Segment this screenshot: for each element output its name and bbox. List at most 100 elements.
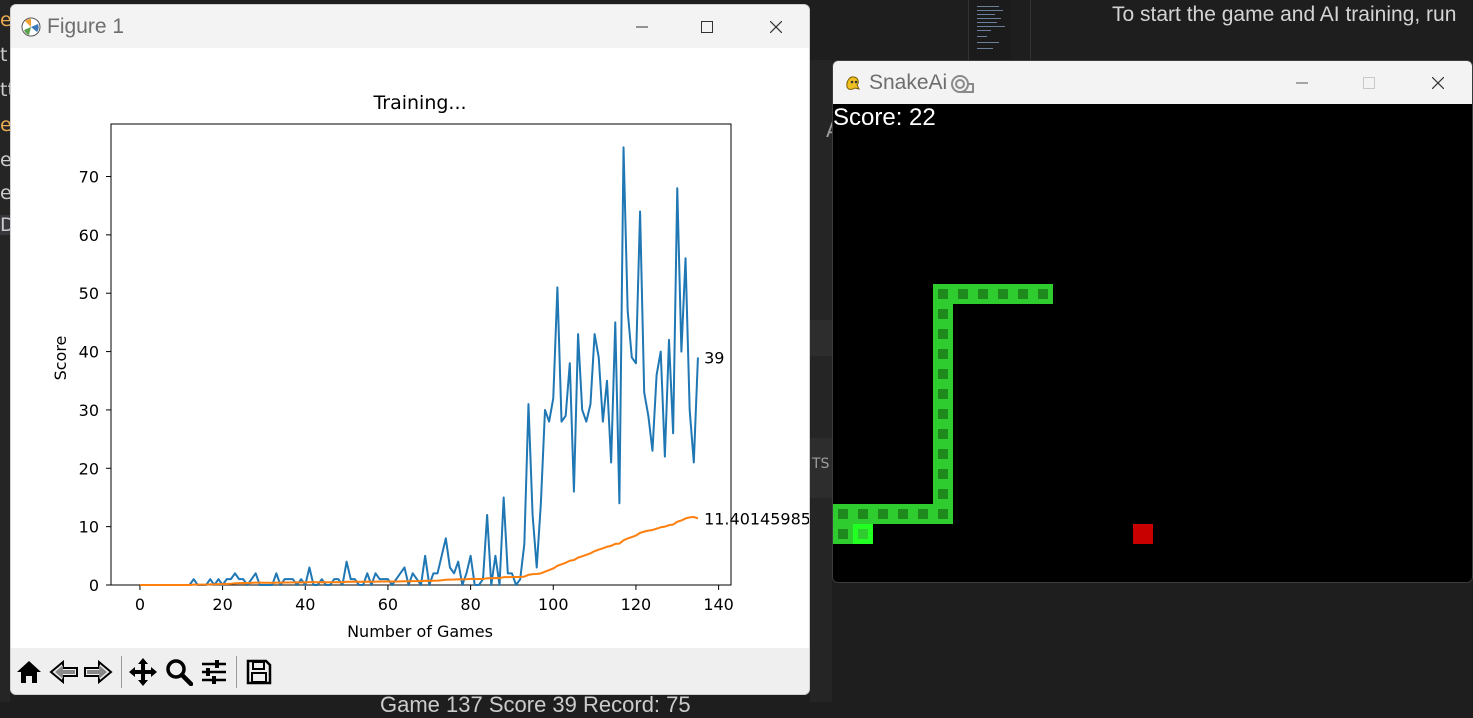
sliders-icon bbox=[202, 660, 226, 684]
save-icon bbox=[246, 659, 272, 685]
snake-segment-inner bbox=[938, 469, 948, 479]
home-icon bbox=[17, 661, 41, 683]
plot-canvas[interactable]: Training... Number of Games Score 0 20 40 6… bbox=[11, 48, 810, 648]
mean-score-label: 11.40145985 bbox=[704, 509, 810, 528]
y-tick-label: 0 bbox=[89, 576, 99, 595]
mean-score-series-line bbox=[139, 515, 699, 586]
x-tick-label: 80 bbox=[460, 595, 480, 614]
minimize-icon bbox=[636, 26, 648, 27]
x-tick-label: 20 bbox=[212, 595, 232, 614]
background-panel bbox=[810, 60, 832, 702]
toolbar-separator bbox=[236, 656, 237, 688]
snake-segment-inner bbox=[998, 289, 1008, 299]
move-icon bbox=[129, 658, 157, 686]
latest-score-label: 39 bbox=[704, 348, 724, 367]
editor-minimap bbox=[968, 0, 1011, 60]
watermark-spiral-icon bbox=[951, 75, 974, 93]
pan-button[interactable] bbox=[126, 654, 160, 690]
minimize-icon bbox=[1296, 82, 1308, 83]
close-button[interactable] bbox=[753, 5, 799, 48]
snake-segment-inner bbox=[938, 449, 948, 459]
game-canvas[interactable]: Score: 22 bbox=[833, 104, 1472, 582]
food bbox=[1133, 524, 1153, 544]
y-tick-label: 60 bbox=[79, 226, 99, 245]
close-icon bbox=[1432, 76, 1444, 89]
toolbar-separator bbox=[121, 656, 122, 688]
figure-toolbar bbox=[11, 648, 809, 694]
minimize-button[interactable] bbox=[1279, 61, 1325, 104]
snake-segment-inner bbox=[858, 529, 868, 539]
close-button[interactable] bbox=[1415, 61, 1461, 104]
snake-titlebar[interactable]: SnakeAi bbox=[833, 61, 1472, 104]
snake-segment-inner bbox=[838, 529, 848, 539]
figure-titlebar[interactable]: Figure 1 bbox=[11, 5, 809, 48]
training-chart: Training... Number of Games Score 0 20 40 6… bbox=[51, 92, 810, 641]
plot-frame bbox=[110, 123, 732, 586]
figure-title: Figure 1 bbox=[47, 15, 125, 38]
save-button[interactable] bbox=[242, 654, 276, 690]
x-tick-label: 120 bbox=[621, 595, 652, 614]
bg-fragment: t bbox=[0, 45, 8, 65]
x-tick-label: 60 bbox=[378, 595, 398, 614]
score-label: Score: 22 bbox=[833, 104, 936, 131]
configure-button[interactable] bbox=[197, 654, 231, 690]
back-button[interactable] bbox=[47, 654, 81, 690]
snake-segment-inner bbox=[898, 509, 908, 519]
y-tick-label: 50 bbox=[79, 284, 99, 303]
snake-segment-inner bbox=[978, 289, 988, 299]
snake-segment-inner bbox=[938, 329, 948, 339]
snake-segment-inner bbox=[938, 289, 948, 299]
background-editor-sidebar: e t tt e er e D bbox=[0, 0, 10, 702]
zoom-button[interactable] bbox=[162, 654, 196, 690]
snake-segment-inner bbox=[938, 309, 948, 319]
y-tick-label: 40 bbox=[79, 343, 99, 362]
minimize-button[interactable] bbox=[619, 5, 665, 48]
y-tick-label: 20 bbox=[79, 459, 99, 478]
chart-title: Training... bbox=[372, 92, 466, 114]
maximize-icon bbox=[1363, 76, 1375, 89]
y-tick-label: 30 bbox=[79, 401, 99, 420]
x-tick-label: 40 bbox=[295, 595, 315, 614]
snake-segment-inner bbox=[858, 509, 868, 519]
bg-fragment: er bbox=[0, 150, 10, 170]
maximize-button[interactable] bbox=[1346, 61, 1392, 104]
pygame-icon bbox=[846, 76, 860, 90]
matplotlib-icon bbox=[21, 17, 41, 37]
bg-fragment: e bbox=[0, 115, 10, 135]
snake-segment-inner bbox=[938, 409, 948, 419]
x-tick-label: 0 bbox=[135, 595, 145, 614]
y-axis-label: Score bbox=[51, 336, 70, 381]
y-tick-label: 10 bbox=[79, 518, 99, 537]
snake-segment-inner bbox=[938, 429, 948, 439]
snake-segment-inner bbox=[918, 509, 928, 519]
figure-window: Figure 1 Training... Number of Games Sco… bbox=[10, 4, 810, 695]
panel-divider bbox=[1030, 0, 1031, 60]
maximize-button[interactable] bbox=[684, 5, 730, 48]
close-icon bbox=[770, 20, 782, 33]
arrow-left-icon bbox=[49, 659, 78, 685]
snake-segment-inner bbox=[938, 489, 948, 499]
y-tick-label: 70 bbox=[79, 168, 99, 187]
home-button[interactable] bbox=[12, 654, 46, 690]
snake-segment-inner bbox=[878, 509, 888, 519]
snake-segment-inner bbox=[838, 509, 848, 519]
arrow-right-icon bbox=[84, 659, 113, 685]
terminal-output: Game 137 Score 39 Record: 75 bbox=[380, 692, 691, 717]
snake-segment-inner bbox=[1038, 289, 1048, 299]
x-tick-label: 140 bbox=[703, 595, 734, 614]
bg-fragment: tt bbox=[0, 80, 10, 100]
x-axis-label: Number of Games bbox=[347, 622, 493, 641]
snake-board bbox=[833, 284, 1153, 544]
snake-segment-inner bbox=[938, 389, 948, 399]
snake-segment-inner bbox=[1018, 289, 1028, 299]
bg-fragment: e bbox=[0, 10, 10, 30]
snake-title: SnakeAi bbox=[869, 71, 948, 94]
bg-fragment: e bbox=[0, 183, 10, 203]
bg-fragment: TS bbox=[812, 456, 830, 472]
bg-fragment: D bbox=[0, 215, 10, 235]
snake-segment-inner bbox=[938, 509, 948, 519]
snake-segment-inner bbox=[938, 369, 948, 379]
snake-segment-inner bbox=[958, 289, 968, 299]
forward-button[interactable] bbox=[81, 654, 115, 690]
zoom-icon bbox=[166, 659, 193, 686]
